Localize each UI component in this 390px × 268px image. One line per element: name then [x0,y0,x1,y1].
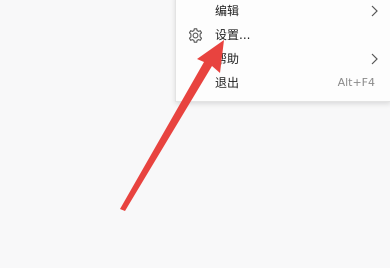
chevron-right-icon [371,5,378,17]
menu-item-edit[interactable]: 编辑 [176,0,390,23]
menu-item-help-label: 帮助 [215,52,240,66]
menu-item-exit-label: 退出 [215,76,240,90]
gear-icon [188,28,203,43]
chevron-right-icon [371,53,378,65]
menu-item-edit-label: 编辑 [215,4,240,18]
menu-item-exit[interactable]: 退出 Alt+F4 [176,71,390,95]
menu-item-exit-shortcut: Alt+F4 [337,76,375,89]
context-menu: 编辑 设置... 帮助 退出 Alt+F4 [175,0,390,102]
menu-item-settings[interactable]: 设置... [176,23,390,47]
menu-item-help[interactable]: 帮助 [176,47,390,71]
menu-item-settings-label: 设置... [215,28,251,42]
